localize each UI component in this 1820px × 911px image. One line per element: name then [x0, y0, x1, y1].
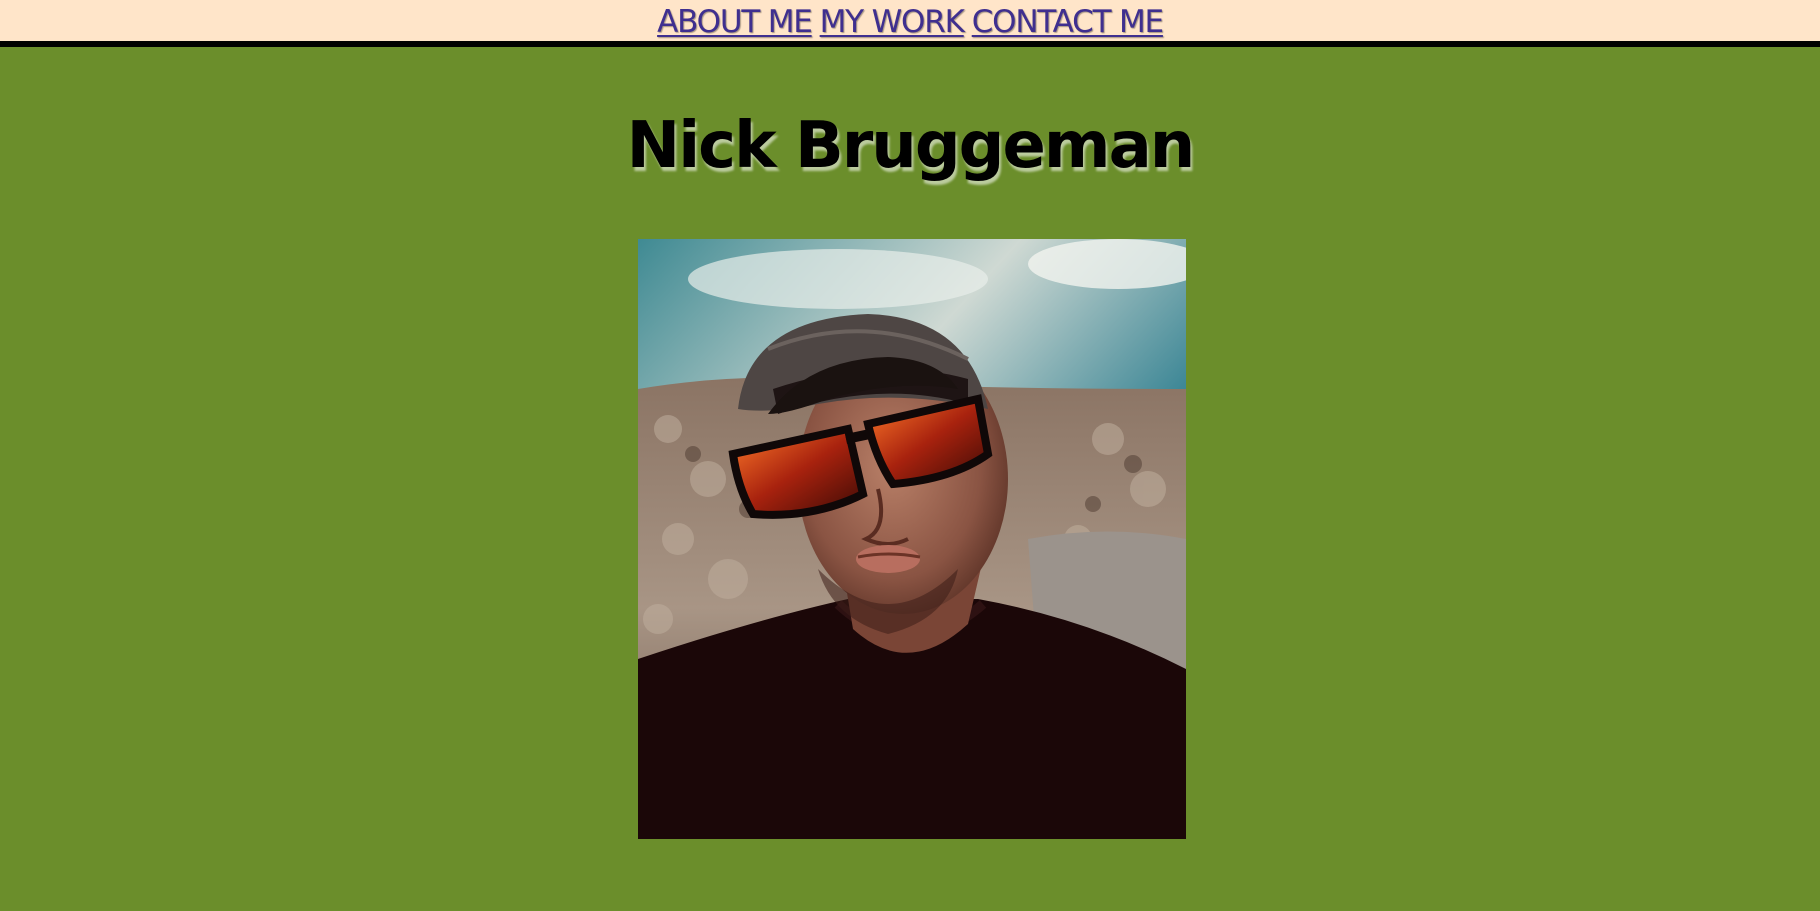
nav-link-contact-me[interactable]: CONTACT ME	[972, 3, 1164, 41]
top-nav-bar: ABOUT ME MY WORK CONTACT ME	[0, 0, 1820, 47]
page-title: Nick Bruggeman	[626, 109, 1196, 183]
nav-link-my-work[interactable]: MY WORK	[820, 3, 965, 41]
profile-photo-image	[638, 239, 1186, 839]
profile-photo	[638, 239, 1186, 839]
nav-link-about-me[interactable]: ABOUT ME	[657, 3, 813, 41]
